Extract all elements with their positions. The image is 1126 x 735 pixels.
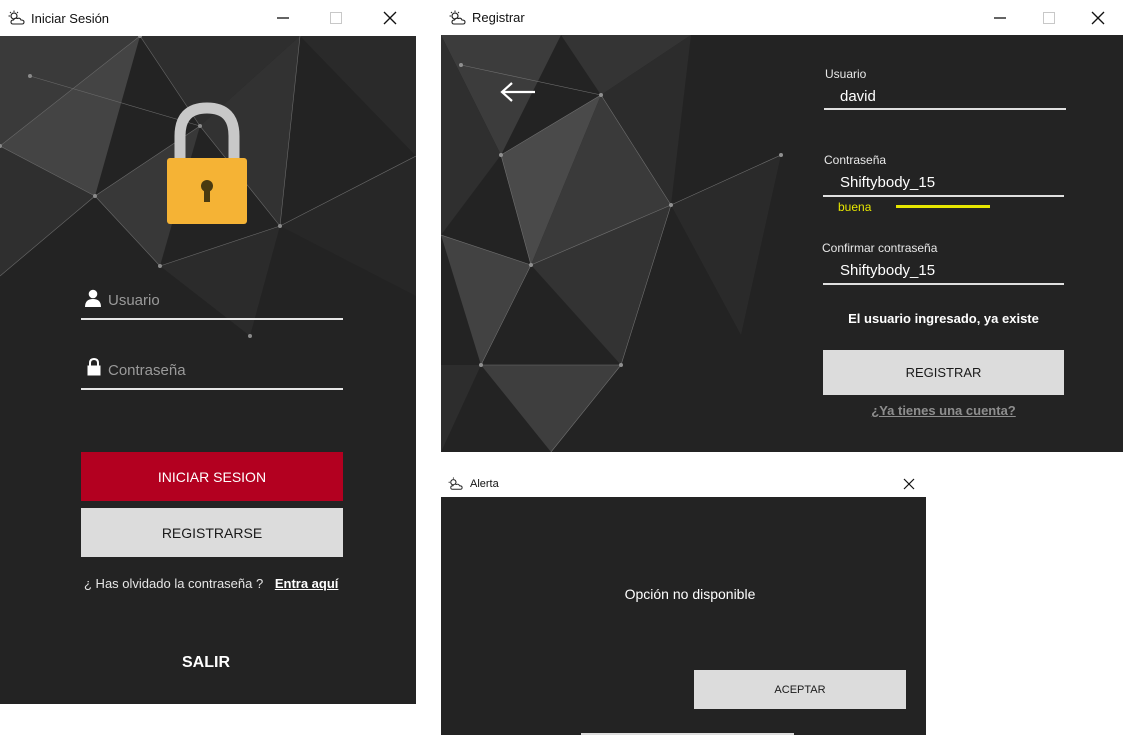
polygon-background bbox=[441, 35, 783, 452]
forgot-password-link[interactable]: Entra aquí bbox=[275, 576, 339, 591]
alert-titlebar[interactable]: Alerta bbox=[441, 470, 926, 497]
minimize-button[interactable] bbox=[260, 0, 306, 36]
username-underline bbox=[824, 108, 1066, 110]
cloud-sun-icon bbox=[445, 475, 467, 493]
cloud-sun-icon bbox=[6, 9, 28, 27]
confirm-password-label: Confirmar contraseña bbox=[822, 241, 938, 255]
login-window: Iniciar Sesión Usuario INICIAR SESION RE… bbox=[0, 0, 416, 704]
confirm-password-input[interactable]: Shiftybody_15 bbox=[840, 262, 935, 279]
password-label: Contraseña bbox=[824, 153, 887, 167]
close-button[interactable] bbox=[1075, 0, 1121, 35]
maximize-button[interactable] bbox=[313, 0, 359, 36]
password-field bbox=[81, 354, 343, 390]
register-submit-button[interactable]: REGISTRAR bbox=[823, 350, 1064, 395]
register-panel: Usuario david Contraseña Shiftybody_15 b… bbox=[441, 35, 1123, 452]
minimize-button[interactable] bbox=[977, 0, 1023, 35]
alert-panel: Opción no disponible ACEPTAR bbox=[441, 497, 926, 735]
password-underline bbox=[823, 195, 1064, 197]
error-message: El usuario ingresado, ya existe bbox=[848, 311, 1039, 326]
password-input[interactable]: Shiftybody_15 bbox=[840, 174, 935, 191]
forgot-password-row: ¿ Has olvidado la contraseña ? Entra aqu… bbox=[84, 576, 338, 591]
forgot-password-text: ¿ Has olvidado la contraseña ? bbox=[84, 576, 264, 591]
back-arrow-icon[interactable] bbox=[499, 81, 537, 108]
alert-window: Alerta Opción no disponible ACEPTAR bbox=[441, 470, 926, 735]
window-title: Alerta bbox=[470, 477, 499, 490]
user-icon bbox=[84, 289, 102, 312]
accept-button[interactable]: ACEPTAR bbox=[694, 670, 906, 709]
username-underline bbox=[81, 318, 343, 320]
close-button[interactable] bbox=[367, 0, 413, 36]
cloud-sun-icon bbox=[447, 9, 469, 27]
login-button[interactable]: INICIAR SESION bbox=[81, 452, 343, 501]
alert-message: Opción no disponible bbox=[624, 586, 756, 602]
register-button[interactable]: REGISTRARSE bbox=[81, 508, 343, 557]
password-input[interactable] bbox=[108, 360, 338, 380]
username-field bbox=[81, 284, 343, 320]
window-title: Iniciar Sesión bbox=[31, 10, 110, 26]
username-label: Usuario bbox=[825, 67, 867, 81]
padlock-icon bbox=[166, 102, 248, 231]
login-titlebar[interactable]: Iniciar Sesión bbox=[0, 0, 416, 36]
strength-label: buena bbox=[838, 200, 872, 214]
maximize-button[interactable] bbox=[1026, 0, 1072, 35]
strength-bar bbox=[896, 205, 990, 208]
username-input[interactable] bbox=[108, 290, 338, 310]
window-title: Registrar bbox=[472, 10, 525, 25]
confirm-password-underline bbox=[823, 283, 1064, 285]
register-window: Registrar Usuario david Contraseña Shift… bbox=[441, 0, 1123, 452]
username-input[interactable]: david bbox=[840, 88, 876, 105]
password-underline bbox=[81, 388, 343, 390]
register-titlebar[interactable]: Registrar bbox=[441, 0, 1123, 35]
exit-button[interactable]: SALIR bbox=[0, 654, 412, 672]
have-account-link[interactable]: ¿Ya tienes una cuenta? bbox=[823, 403, 1064, 418]
login-panel: INICIAR SESION REGISTRARSE ¿ Has olvidad… bbox=[0, 36, 416, 704]
lock-icon bbox=[87, 357, 101, 381]
close-button[interactable] bbox=[892, 470, 926, 497]
